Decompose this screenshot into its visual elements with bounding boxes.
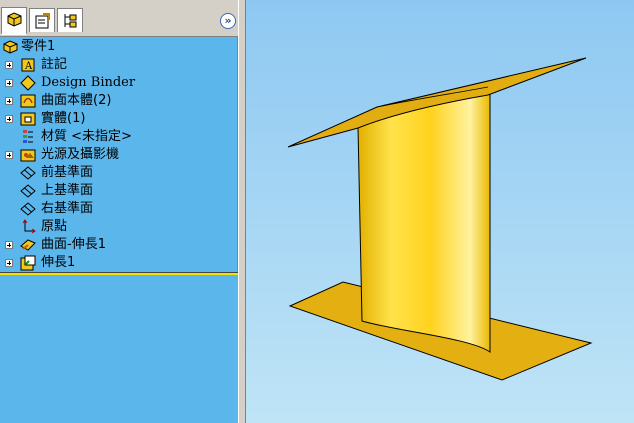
tree-item-label: 原點 [41,219,68,234]
graphics-viewport[interactable] [246,0,634,423]
tree-item-label: 曲面-伸長1 [41,237,106,252]
tree-item-label: 實體(1) [41,111,86,126]
property-manager-icon [35,13,50,29]
material-icon [23,130,33,143]
feature-manager-panel: » 零件1 A 註記 Design Binder 曲面本體(2) 實體(1) 材質 <未指… [0,0,240,423]
tree-item-label: 右基準面 [41,201,94,216]
plane-icon [20,166,36,180]
part-icon [3,40,18,54]
expand-toggle[interactable] [5,259,13,267]
origin-icon [22,219,36,234]
expand-toggle[interactable] [5,241,13,249]
tree-item-label: 註記 [41,57,68,72]
surface-bodies-icon [20,94,36,108]
extruded-solid-body [357,93,491,353]
tree-item-label: 上基準面 [41,183,94,198]
design-binder-icon [20,75,36,91]
tree-item-label: 曲面本體(2) [41,93,112,108]
expand-panel-button[interactable]: » [220,13,236,29]
tree-item-label: Design Binder [41,75,136,90]
panel-splitter[interactable] [238,0,246,423]
solid-bodies-icon [20,112,36,126]
tree-item-label: 材質 <未指定> [41,129,132,144]
tab-configuration-manager[interactable] [57,8,83,32]
configuration-manager-icon [64,14,77,28]
feature-tree: 零件1 A 註記 Design Binder 曲面本體(2) 實體(1) 材質 <未指定>… [0,37,238,273]
expand-toggle[interactable] [5,115,13,123]
svg-text:A: A [24,61,33,72]
rollback-bar[interactable] [0,272,238,275]
manager-tab-bar: » [0,0,240,37]
tree-root-label: 零件1 [21,39,56,54]
lights-camera-icon [20,149,36,162]
annotations-icon: A [21,58,35,72]
plane-icon [20,202,36,216]
expand-toggle[interactable] [5,79,13,87]
tab-feature-manager[interactable] [1,7,27,35]
3d-model-view [287,57,593,381]
surface-extrude-icon [20,239,36,251]
expand-toggle[interactable] [5,151,13,159]
expand-toggle[interactable] [5,97,13,105]
feature-tree-icon [7,12,22,27]
expand-toggle[interactable] [5,61,13,69]
tree-item-label: 伸長1 [41,255,76,270]
tab-property-manager[interactable] [29,8,55,32]
tree-item-label: 光源及攝影機 [41,147,120,162]
tree-item-label: 前基準面 [41,165,94,180]
plane-icon [20,184,36,198]
extrude-icon [20,255,36,271]
